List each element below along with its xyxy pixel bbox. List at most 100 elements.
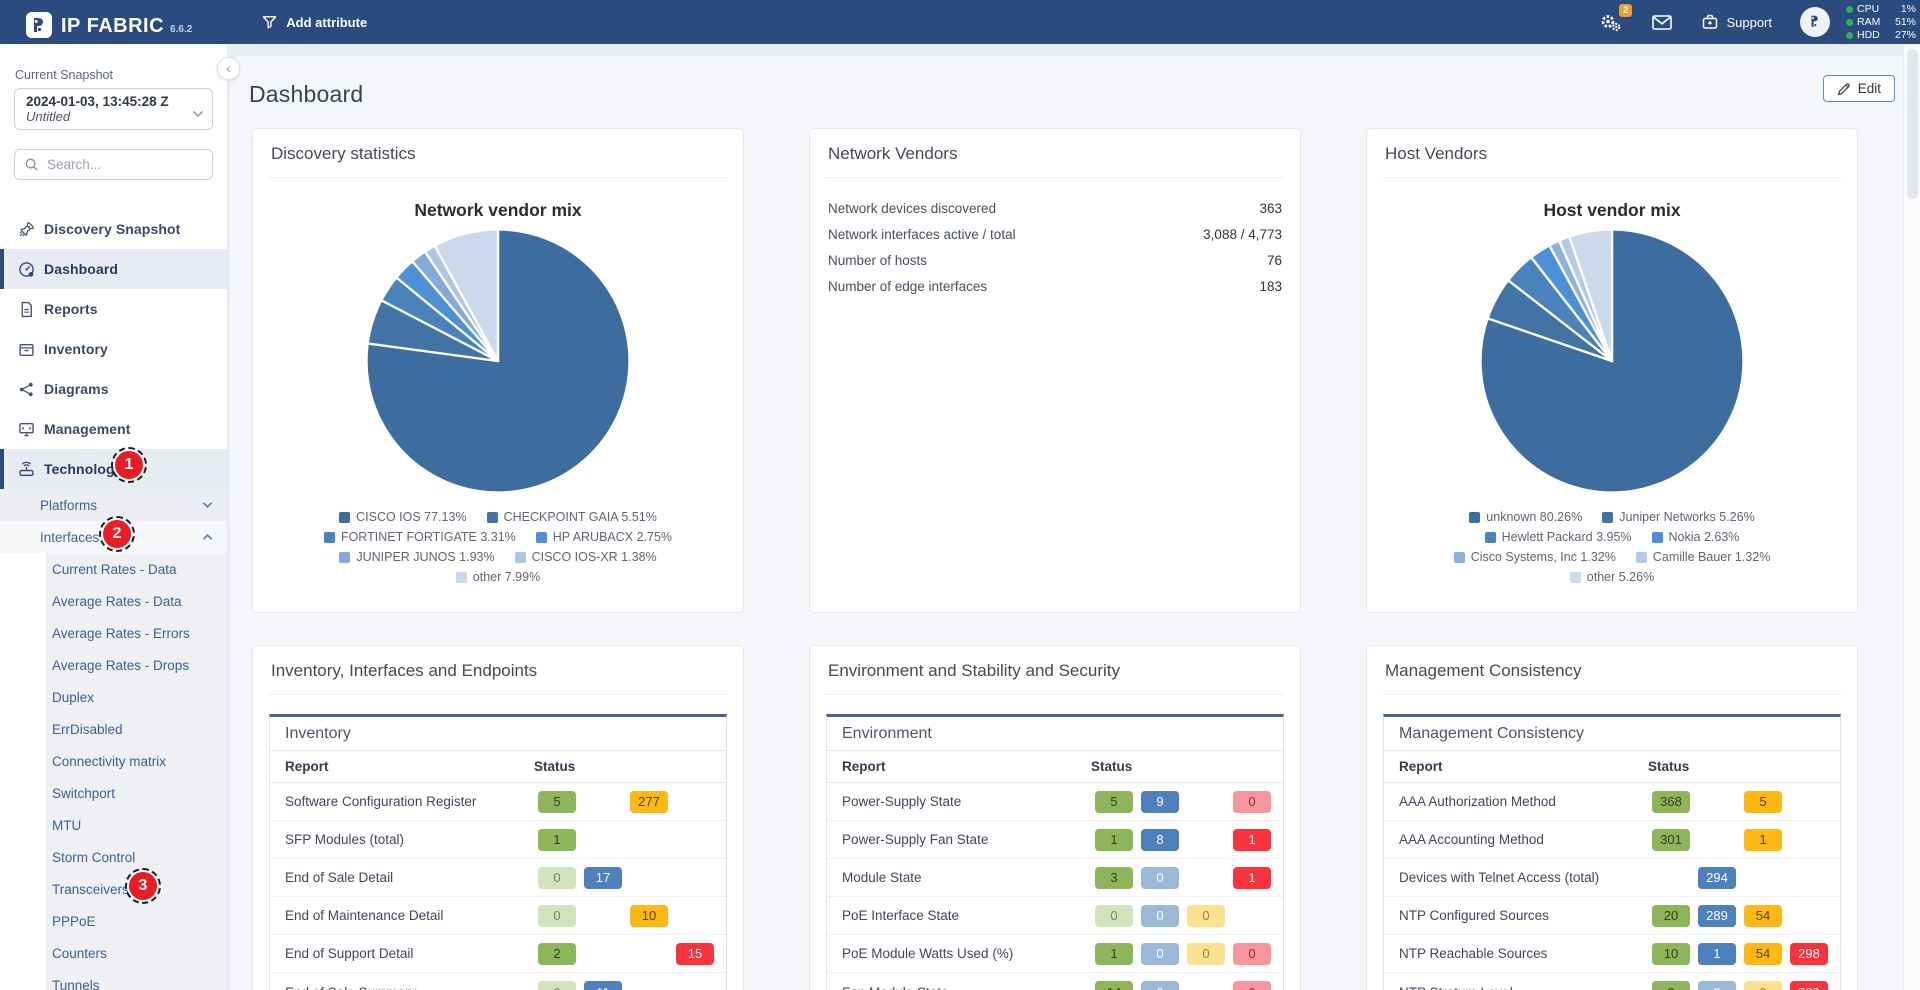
sidebar-item-pppoe[interactable]: PPPoE [0, 905, 227, 937]
status-badge-blue-pale[interactable]: 0 [1141, 867, 1179, 889]
status-badge-red-pale[interactable]: 0 [1233, 981, 1271, 990]
status-badge-yellow[interactable]: 54 [1744, 905, 1782, 927]
legend-item-hewlett-packard[interactable]: Hewlett Packard 3.95% [1485, 530, 1632, 544]
status-badge-green[interactable]: 5 [538, 791, 576, 813]
status-badge-blue[interactable]: 11 [584, 981, 622, 990]
status-badge-yellow-pale[interactable]: 0 [1744, 981, 1782, 990]
status-badge-green[interactable]: 3 [1095, 867, 1133, 889]
status-badge-green[interactable]: 14 [1095, 981, 1133, 990]
legend-item-fortinet-fortigate[interactable]: FORTINET FORTIGATE 3.31% [324, 530, 516, 544]
status-badge-yellow[interactable]: 1 [1744, 829, 1782, 851]
status-badge-blue[interactable]: 17 [584, 867, 622, 889]
sidebar-item-errdisabled[interactable]: ErrDisabled [0, 713, 227, 745]
status-badge-yellow[interactable]: 277 [630, 791, 668, 813]
status-badge-red[interactable]: 15 [676, 943, 714, 965]
sidebar-item-average-rates-data[interactable]: Average Rates - Data [0, 585, 227, 617]
status-badge-green-pale[interactable]: 0 [538, 981, 576, 990]
sidebar-item-tunnels[interactable]: Tunnels [0, 969, 227, 990]
table-row-sfp-modules-total: SFP Modules (total) 1 [270, 821, 726, 859]
sidebar-collapse-button[interactable]: ‹ [217, 57, 240, 80]
status-badge-blue[interactable]: 294 [1698, 867, 1736, 889]
sidebar-item-dashboard[interactable]: Dashboard [0, 249, 227, 289]
status-badge-green[interactable]: 1 [538, 829, 576, 851]
card-title: Network Vendors [826, 129, 1284, 177]
messages-envelope-icon[interactable] [1652, 15, 1672, 30]
page-scrollbar[interactable] [1903, 44, 1920, 990]
legend-item-other[interactable]: other 5.26% [1570, 570, 1654, 584]
status-badge-green[interactable]: 2 [538, 943, 576, 965]
legend-item-checkpoint-gaia[interactable]: CHECKPOINT GAIA 5.51% [487, 510, 657, 524]
status-badge-green[interactable]: 5 [1095, 791, 1133, 813]
status-badge-blue[interactable]: 289 [1698, 905, 1736, 927]
sidebar-item-mtu[interactable]: MTU [0, 809, 227, 841]
add-attribute-button[interactable]: Add attribute [262, 15, 367, 30]
legend-item-juniper-junos[interactable]: JUNIPER JUNOS 1.93% [339, 550, 494, 564]
legend-item-cisco-ios[interactable]: CISCO IOS 77.13% [339, 510, 466, 524]
sidebar-item-transceivers[interactable]: Transceivers [0, 873, 227, 905]
status-badge-green[interactable]: 301 [1652, 829, 1690, 851]
status-badge-yellow-pale[interactable]: 0 [1187, 905, 1225, 927]
sidebar-search[interactable] [14, 149, 213, 180]
status-badge-green-pale[interactable]: 0 [1095, 905, 1133, 927]
status-badge-blue-pale[interactable]: 0 [1698, 981, 1736, 990]
status-badge-red[interactable]: 1 [1233, 829, 1271, 851]
legend-item-cisco-systems-inc[interactable]: Cisco Systems, Inc 1.32% [1454, 550, 1616, 564]
status-badge-yellow[interactable]: 10 [630, 905, 668, 927]
legend-item-camille-bauer[interactable]: Camille Bauer 1.32% [1636, 550, 1770, 564]
status-badge-green[interactable]: 368 [1652, 791, 1690, 813]
status-badge-red[interactable]: 1 [1233, 867, 1271, 889]
sidebar-item-connectivity-matrix[interactable]: Connectivity matrix [0, 745, 227, 777]
status-badge-red-pale[interactable]: 0 [1233, 943, 1271, 965]
sidebar-item-inventory[interactable]: Inventory [0, 329, 227, 369]
settings-gears-icon[interactable]: 2 [1600, 13, 1622, 32]
sidebar-item-counters[interactable]: Counters [0, 937, 227, 969]
sidebar-item-current-rates-data[interactable]: Current Rates - Data [0, 553, 227, 585]
status-badge-red[interactable]: 288 [1790, 981, 1828, 990]
status-badge-green[interactable]: 10 [1652, 943, 1690, 965]
status-badge-green[interactable]: 0 [1652, 981, 1690, 990]
report-label: End of Maintenance Detail [285, 908, 534, 923]
legend-item-other[interactable]: other 7.99% [456, 570, 540, 584]
sidebar-item-platforms[interactable]: Platforms [0, 489, 227, 521]
sidebar-item-average-rates-errors[interactable]: Average Rates - Errors [0, 617, 227, 649]
sidebar-item-reports[interactable]: Reports [0, 289, 227, 329]
status-badge-red[interactable]: 298 [1790, 943, 1828, 965]
sidebar-item-duplex[interactable]: Duplex [0, 681, 227, 713]
status-badge-blue-pale[interactable]: 0 [1141, 981, 1179, 990]
status-badge-green[interactable]: 20 [1652, 905, 1690, 927]
status-badge-blue-pale[interactable]: 0 [1141, 943, 1179, 965]
sidebar-item-storm-control[interactable]: Storm Control [0, 841, 227, 873]
sidebar-item-switchport[interactable]: Switchport [0, 777, 227, 809]
sidebar-item-average-rates-drops[interactable]: Average Rates - Drops [0, 649, 227, 681]
legend-item-juniper-networks[interactable]: Juniper Networks 5.26% [1602, 510, 1754, 524]
legend-item-cisco-ios-xr[interactable]: CISCO IOS-XR 1.38% [515, 550, 657, 564]
search-input[interactable] [47, 157, 197, 172]
legend-item-nokia[interactable]: Nokia 2.63% [1652, 530, 1740, 544]
legend-item-hp-arubacx[interactable]: HP ARUBACX 2.75% [536, 530, 672, 544]
user-avatar[interactable] [1800, 7, 1830, 37]
status-badge-yellow-pale[interactable]: 0 [1187, 943, 1225, 965]
status-badge-green[interactable]: 1 [1095, 829, 1133, 851]
legend-item-unknown[interactable]: unknown 80.26% [1469, 510, 1582, 524]
status-badge-red-pale[interactable]: 0 [1233, 791, 1271, 813]
app-logo[interactable]: IP FABRIC 6.6.2 [26, 6, 192, 38]
status-badge-yellow[interactable]: 5 [1744, 791, 1782, 813]
snapshot-select[interactable]: 2024-01-03, 13:45:28 Z Untitled [14, 88, 213, 130]
host-vendor-pie-chart [1383, 224, 1841, 498]
status-badge-blue[interactable]: 1 [1698, 943, 1736, 965]
status-badge-green[interactable]: 1 [1095, 943, 1133, 965]
sidebar-item-discovery-snapshot[interactable]: Discovery Snapshot [0, 209, 227, 249]
status-badge-yellow[interactable]: 54 [1744, 943, 1782, 965]
status-badge-blue-pale[interactable]: 0 [1141, 905, 1179, 927]
status-badge-green-pale[interactable]: 0 [538, 867, 576, 889]
sidebar-item-management[interactable]: Management [0, 409, 227, 449]
support-button[interactable]: Support [1702, 14, 1772, 30]
scrollbar-thumb[interactable] [1907, 49, 1918, 199]
status-badge-blue[interactable]: 9 [1141, 791, 1179, 813]
system-stat-hdd: HDD27% [1846, 29, 1916, 42]
sidebar-item-diagrams[interactable]: Diagrams [0, 369, 227, 409]
status-badge-blue[interactable]: 8 [1141, 829, 1179, 851]
edit-button[interactable]: Edit [1823, 75, 1895, 102]
report-label: SFP Modules (total) [285, 832, 534, 847]
status-badge-green-pale[interactable]: 0 [538, 905, 576, 927]
